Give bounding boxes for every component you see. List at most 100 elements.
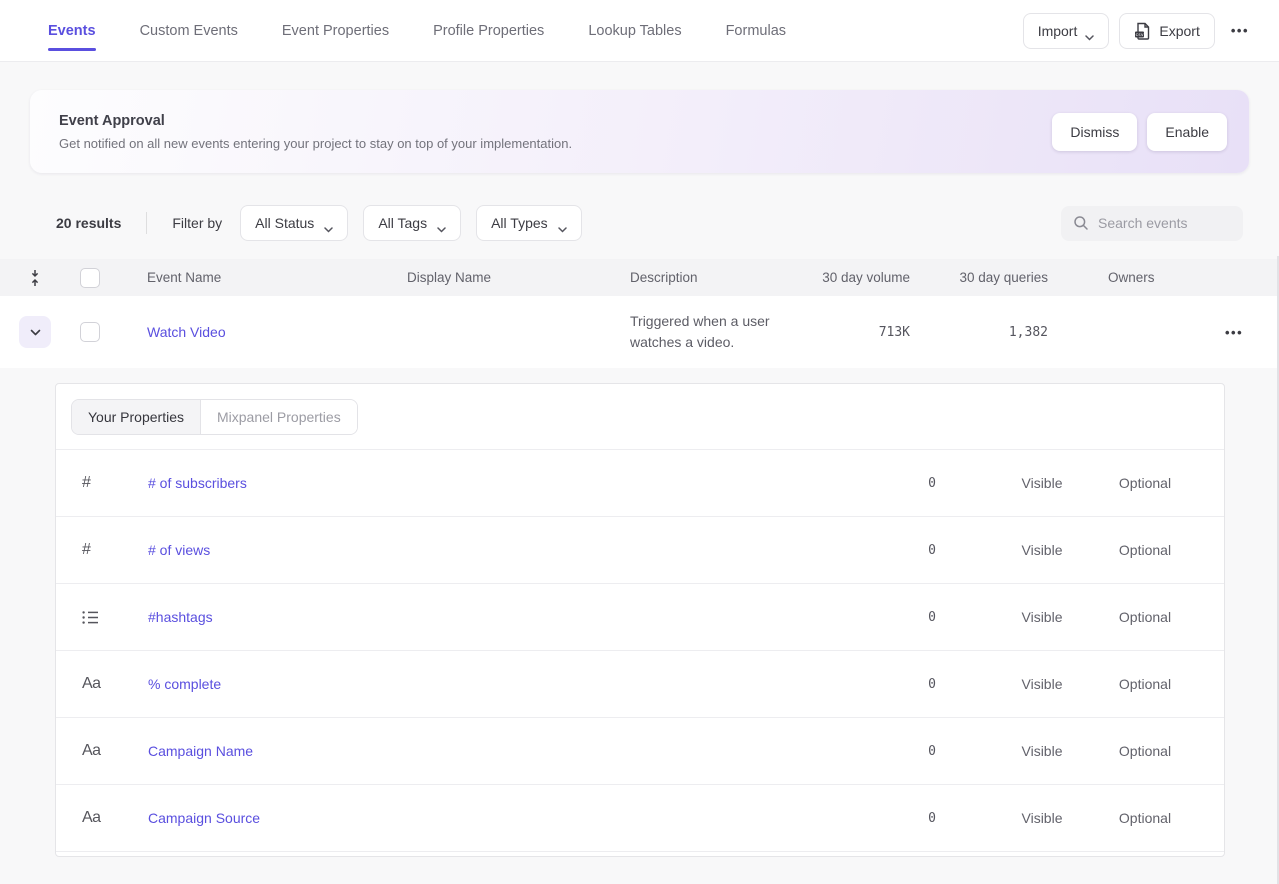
table-row: Watch Video Triggered when a user watche… (0, 296, 1279, 368)
property-name-link[interactable]: # of subscribers (120, 475, 836, 491)
property-requirement[interactable]: Optional (1095, 676, 1195, 692)
property-visibility[interactable]: Visible (992, 743, 1092, 759)
more-options-button[interactable]: ••• (1225, 23, 1255, 38)
nav-actions: Import csv Export ••• (1023, 0, 1255, 61)
banner-actions: Dismiss Enable (1052, 113, 1227, 151)
banner-description: Get notified on all new events entering … (59, 136, 572, 151)
dismiss-button[interactable]: Dismiss (1052, 113, 1137, 151)
number-icon: # (56, 541, 120, 559)
search-input[interactable] (1098, 215, 1231, 231)
property-value: 0 (836, 744, 936, 759)
chevron-down-icon (1085, 28, 1094, 34)
properties-card: Your Properties Mixpanel Properties # # … (55, 383, 1225, 857)
property-visibility[interactable]: Visible (992, 676, 1092, 692)
property-row: # # of views 0 Visible Optional (56, 517, 1224, 584)
types-filter-dropdown[interactable]: All Types (476, 205, 582, 241)
column-owners: Owners (1048, 270, 1190, 285)
tags-filter-dropdown[interactable]: All Tags (363, 205, 461, 241)
select-all-checkbox[interactable] (80, 268, 100, 288)
chevron-down-icon (30, 329, 41, 336)
property-requirement[interactable]: Optional (1095, 475, 1195, 491)
property-visibility[interactable]: Visible (992, 475, 1092, 491)
property-value: 0 (836, 543, 936, 558)
property-visibility[interactable]: Visible (992, 609, 1092, 625)
csv-file-icon: csv (1134, 22, 1151, 40)
property-row: Aa Campaign Name 0 Visible Optional (56, 718, 1224, 785)
status-filter-label: All Status (255, 215, 314, 231)
filter-by-label: Filter by (172, 215, 222, 231)
tab-profile-properties[interactable]: Profile Properties (433, 0, 544, 61)
tab-lookup-tables[interactable]: Lookup Tables (588, 0, 681, 61)
text-icon: Aa (56, 742, 120, 760)
import-button[interactable]: Import (1023, 13, 1110, 49)
property-requirement[interactable]: Optional (1095, 609, 1195, 625)
text-icon: Aa (56, 675, 120, 693)
search-icon (1073, 215, 1089, 231)
property-value: 0 (836, 610, 936, 625)
property-visibility[interactable]: Visible (992, 810, 1092, 826)
column-display-name: Display Name (400, 270, 620, 285)
types-filter-label: All Types (491, 215, 548, 231)
svg-text:csv: csv (1136, 33, 1145, 38)
tab-events[interactable]: Events (48, 0, 96, 61)
number-icon: # (56, 474, 120, 492)
tab-formulas[interactable]: Formulas (726, 0, 786, 61)
top-navigation: Events Custom Events Event Properties Pr… (0, 0, 1279, 62)
table-header: Event Name Display Name Description 30 d… (0, 259, 1279, 296)
list-icon (56, 610, 120, 625)
tab-custom-events[interactable]: Custom Events (140, 0, 238, 61)
event-name-link[interactable]: Watch Video (120, 324, 226, 340)
results-count: 20 results (56, 215, 121, 231)
export-button-label: Export (1159, 23, 1199, 39)
export-button[interactable]: csv Export (1119, 13, 1214, 49)
chevron-down-icon (437, 220, 446, 226)
banner-section: Event Approval Get notified on all new e… (0, 62, 1279, 173)
nav-tabs: Events Custom Events Event Properties Pr… (48, 0, 786, 61)
text-icon: Aa (56, 809, 120, 827)
collapse-row-button[interactable] (19, 316, 51, 348)
chevron-down-icon (558, 220, 567, 226)
tags-filter-label: All Tags (378, 215, 427, 231)
properties-tabs: Your Properties Mixpanel Properties (56, 384, 1224, 450)
event-approval-banner: Event Approval Get notified on all new e… (30, 90, 1249, 173)
property-value: 0 (836, 811, 936, 826)
expanded-properties-section: Your Properties Mixpanel Properties # # … (0, 368, 1279, 857)
divider (146, 212, 147, 234)
property-name-link[interactable]: # of views (120, 542, 836, 558)
column-30-day-queries: 30 day queries (920, 270, 1048, 285)
column-30-day-volume: 30 day volume (800, 270, 920, 285)
tab-your-properties[interactable]: Your Properties (72, 400, 201, 434)
event-description: Triggered when a user watches a video. (620, 297, 800, 367)
chevron-down-icon (324, 220, 333, 226)
property-row: Aa % complete 0 Visible Optional (56, 651, 1224, 718)
property-value: 0 (836, 677, 936, 692)
tab-event-properties[interactable]: Event Properties (282, 0, 389, 61)
status-filter-dropdown[interactable]: All Status (240, 205, 348, 241)
property-name-link[interactable]: #hashtags (120, 609, 836, 625)
column-description: Description (620, 270, 800, 285)
event-30-day-queries: 1,382 (920, 325, 1048, 340)
search-box (1061, 206, 1243, 241)
enable-button[interactable]: Enable (1147, 113, 1227, 151)
tab-mixpanel-properties[interactable]: Mixpanel Properties (201, 400, 357, 434)
import-button-label: Import (1038, 23, 1078, 39)
property-requirement[interactable]: Optional (1095, 810, 1195, 826)
property-row: Aa Campaign Source 0 Visible Optional (56, 785, 1224, 852)
collapse-all-icon[interactable] (0, 268, 56, 288)
property-name-link[interactable]: Campaign Name (120, 743, 836, 759)
row-more-options-button[interactable]: ••• (1219, 325, 1249, 340)
property-row: # # of subscribers 0 Visible Optional (56, 450, 1224, 517)
row-checkbox[interactable] (80, 322, 100, 342)
filter-toolbar: 20 results Filter by All Status All Tags… (0, 173, 1279, 259)
property-row: #hashtags 0 Visible Optional (56, 584, 1224, 651)
property-name-link[interactable]: % complete (120, 676, 836, 692)
property-value: 0 (836, 476, 936, 491)
property-requirement[interactable]: Optional (1095, 542, 1195, 558)
property-visibility[interactable]: Visible (992, 542, 1092, 558)
event-30-day-volume: 713K (800, 325, 920, 340)
banner-title: Event Approval (59, 113, 572, 129)
column-event-name: Event Name (120, 270, 400, 285)
property-name-link[interactable]: Campaign Source (120, 810, 836, 826)
property-requirement[interactable]: Optional (1095, 743, 1195, 759)
banner-text: Event Approval Get notified on all new e… (44, 113, 572, 151)
